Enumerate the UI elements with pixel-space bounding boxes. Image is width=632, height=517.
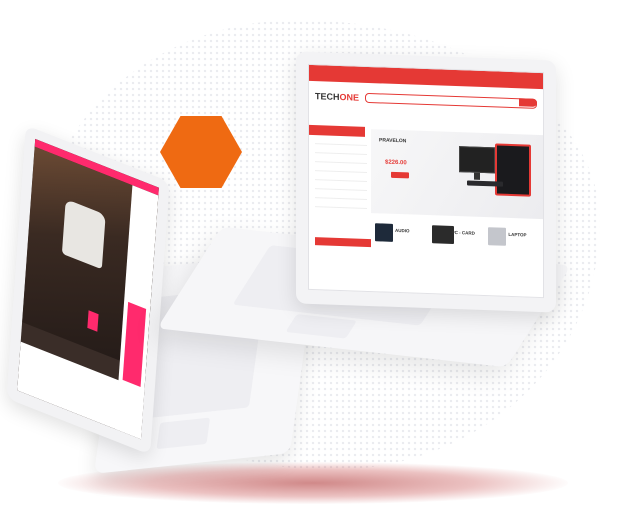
store-logo: TECHONE: [315, 91, 359, 103]
logo-accent: ONE: [339, 91, 360, 103]
special-offers-header: [315, 237, 371, 248]
logo-main: TECH: [315, 91, 340, 102]
hero-shop-button: [87, 310, 99, 332]
right-laptop-screen: TECHONE PRAVELON $226.00 AUDIO PC - CARD…: [296, 51, 556, 313]
product-name: LAPTOP: [508, 231, 527, 238]
banner-brand: PRAVELON: [379, 137, 407, 145]
left-laptop-screen: [6, 125, 170, 455]
product-thumb: [375, 223, 393, 242]
product-row: AUDIO PC - CARD LAPTOP: [371, 219, 543, 269]
pink-promo-bar: [122, 301, 147, 387]
product-thumb: [431, 225, 454, 244]
monitor-image: [459, 146, 495, 174]
techone-store-display: TECHONE PRAVELON $226.00 AUDIO PC - CARD…: [308, 63, 544, 299]
product-thumb: [488, 227, 507, 246]
product-card-audio: AUDIO: [375, 219, 426, 265]
search-button: [519, 98, 537, 107]
category-list: [315, 135, 367, 209]
tshirt-image: [61, 199, 106, 270]
product-name: AUDIO: [395, 227, 410, 234]
product-card-pc-card: PC - CARD: [431, 221, 483, 267]
category-item: [315, 198, 367, 209]
banner-button: [391, 171, 409, 179]
pc-case-image: [495, 143, 531, 197]
left-laptop-touchpad: [156, 417, 211, 450]
right-laptop-touchpad: [285, 314, 357, 339]
fashion-store-display: [17, 138, 159, 440]
product-card-laptop: LAPTOP: [488, 223, 539, 269]
hero-banner: PRAVELON $226.00: [371, 129, 543, 220]
keyboard-image: [467, 180, 503, 187]
product-name: PC - CARD: [451, 229, 475, 236]
banner-price: $226.00: [385, 159, 407, 167]
search-input: [365, 92, 537, 109]
hero-illustration: TECHONE PRAVELON $226.00 AUDIO PC - CARD…: [0, 0, 632, 517]
